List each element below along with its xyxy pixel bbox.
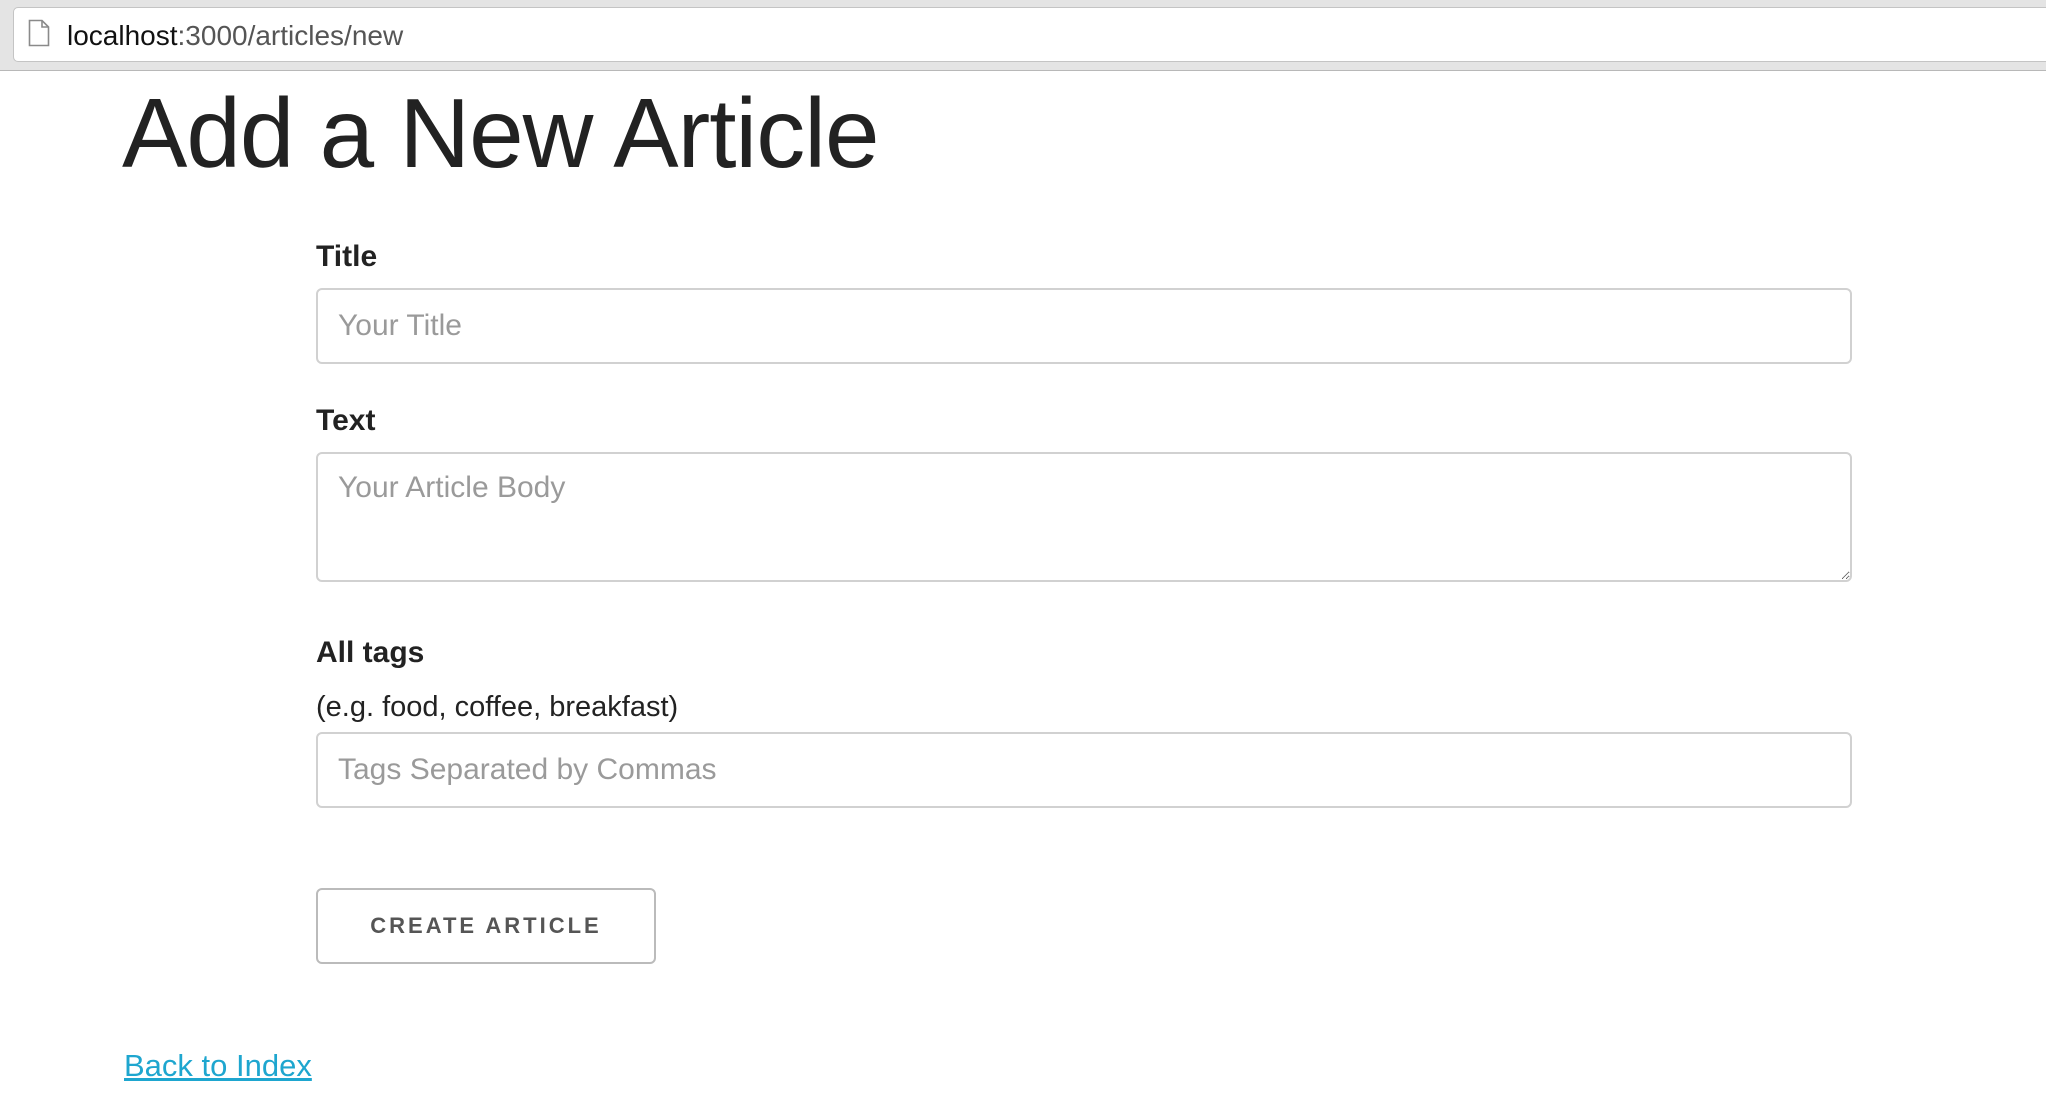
- url-path: :3000/articles/new: [177, 20, 404, 51]
- back-to-index-link[interactable]: Back to Index: [124, 1048, 312, 1084]
- text-textarea[interactable]: [316, 452, 1852, 582]
- url-host: localhost: [67, 20, 178, 51]
- create-article-button[interactable]: Create Article: [316, 888, 656, 964]
- tags-label: All tags: [316, 636, 425, 669]
- address-url: localhost:3000/articles/new: [67, 21, 403, 51]
- browser-toolbar: localhost:3000/articles/new: [0, 0, 2046, 71]
- title-input[interactable]: [316, 288, 1852, 364]
- title-label: Title: [316, 240, 378, 273]
- document-icon: [28, 19, 50, 47]
- tags-input[interactable]: [316, 732, 1852, 808]
- text-label: Text: [316, 404, 376, 437]
- address-bar[interactable]: localhost:3000/articles/new: [13, 7, 2046, 62]
- tags-hint: (e.g. food, coffee, breakfast): [316, 691, 679, 723]
- page-title: Add a New Article: [122, 78, 879, 188]
